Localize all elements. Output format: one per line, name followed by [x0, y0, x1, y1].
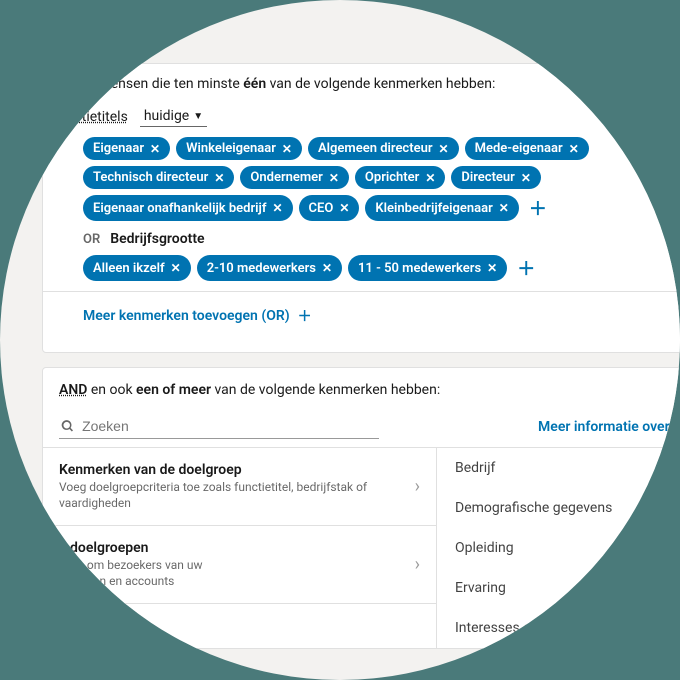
- add-more-or-button[interactable]: Meer kenmerken toevoegen (OR) ＋: [59, 292, 680, 340]
- pill-label: Eigenaar: [93, 141, 144, 156]
- add-pill-button[interactable]: ＋: [513, 255, 539, 281]
- job-titles-label: unctietitels: [59, 109, 128, 125]
- filter-pill[interactable]: Ondernemer ✕: [240, 166, 349, 189]
- recency-dropdown[interactable]: huidige ▼: [140, 106, 207, 127]
- close-icon[interactable]: ✕: [214, 171, 224, 185]
- option-audiences[interactable]: e doelgroepen vens om bezoekers van uwon…: [43, 526, 436, 604]
- category-menu: BedrijfDemografische gegevensOpleidingEr…: [437, 448, 680, 648]
- filter-pill[interactable]: Oprichter ✕: [355, 166, 445, 189]
- company-size-label: Bedrijfsgrootte: [110, 231, 204, 247]
- section-heading: roep?: [30, 20, 680, 55]
- close-icon[interactable]: ✕: [487, 261, 497, 275]
- pill-label: Algemeen directeur: [318, 141, 433, 156]
- filter-pill[interactable]: Mede-eigenaar ✕: [465, 137, 589, 160]
- close-icon[interactable]: ✕: [272, 201, 282, 215]
- close-icon[interactable]: ✕: [499, 201, 509, 215]
- company-size-pills: Alleen ikzelf✕2-10 medewerkers✕11 - 50 m…: [59, 255, 680, 281]
- or-badge: OR: [83, 232, 100, 247]
- close-icon[interactable]: ✕: [521, 171, 531, 185]
- plus-icon: ＋: [298, 306, 312, 326]
- menu-item[interactable]: Ervaring: [437, 568, 680, 608]
- menu-item[interactable]: Demografische gegevens: [437, 488, 680, 528]
- close-icon[interactable]: ✕: [329, 171, 339, 185]
- filter-pill[interactable]: Eigenaar ✕: [83, 137, 170, 160]
- filter-pill[interactable]: CEO ✕: [299, 195, 360, 221]
- and-line: AND en ook een of meer van de volgende k…: [43, 368, 680, 408]
- close-icon[interactable]: ✕: [439, 142, 449, 156]
- close-icon[interactable]: ✕: [322, 261, 332, 275]
- add-pill-button[interactable]: ＋: [525, 195, 551, 221]
- pill-label: Oprichter: [365, 170, 419, 185]
- filter-pill[interactable]: Algemeen directeur ✕: [308, 137, 459, 160]
- include-card: JSIEF mensen die ten minste één van de v…: [42, 63, 680, 353]
- include-line: JSIEF mensen die ten minste één van de v…: [59, 76, 680, 92]
- search-icon: [61, 419, 74, 433]
- pill-label: Alleen ikzelf: [93, 261, 165, 276]
- chevron-right-icon: ›: [415, 476, 420, 497]
- menu-item[interactable]: Opleiding: [437, 528, 680, 568]
- pill-label: Mede-eigenaar: [475, 141, 563, 156]
- option-title: Kenmerken van de doelgroep: [59, 462, 415, 478]
- filter-pill[interactable]: Winkeleigenaar ✕: [176, 137, 302, 160]
- option-target-attributes[interactable]: Kenmerken van de doelgroep Voeg doelgroe…: [43, 448, 436, 526]
- option-title: e doelgroepen: [59, 540, 202, 556]
- filter-pill[interactable]: 11 - 50 medewerkers ✕: [348, 255, 507, 281]
- filter-pill[interactable]: Kleinbedrijfeigenaar ✕: [365, 195, 518, 221]
- pill-label: Kleinbedrijfeigenaar: [375, 201, 492, 216]
- menu-item[interactable]: Interesses en: [437, 608, 680, 648]
- close-icon[interactable]: ✕: [171, 261, 181, 275]
- pill-label: Winkeleigenaar: [186, 141, 276, 156]
- chevron-right-icon: ›: [415, 554, 420, 575]
- and-card: AND en ook een of meer van de volgende k…: [42, 367, 680, 649]
- filter-pill[interactable]: Alleen ikzelf ✕: [83, 255, 191, 281]
- close-icon[interactable]: ✕: [339, 201, 349, 215]
- close-icon[interactable]: ✕: [150, 142, 160, 156]
- search-box[interactable]: [59, 414, 379, 439]
- option-desc: vens om bezoekers van uwontacten en acco…: [59, 558, 202, 589]
- option-desc: Voeg doelgroepcriteria toe zoals functie…: [59, 480, 415, 511]
- filter-pill[interactable]: Eigenaar onafhankelijk bedrijf ✕: [83, 195, 293, 221]
- pill-label: Ondernemer: [250, 170, 322, 185]
- menu-item[interactable]: Bedrijf: [437, 448, 680, 488]
- pill-label: Eigenaar onafhankelijk bedrijf: [93, 201, 266, 216]
- pill-label: CEO: [309, 201, 334, 216]
- filter-pill[interactable]: Technisch directeur ✕: [83, 166, 234, 189]
- close-icon[interactable]: ✕: [425, 171, 435, 185]
- pill-label: 2-10 medewerkers: [207, 261, 316, 276]
- pill-label: Technisch directeur: [93, 170, 208, 185]
- search-input[interactable]: [82, 418, 377, 434]
- close-icon[interactable]: ✕: [282, 142, 292, 156]
- job-title-pills: Eigenaar✕Winkeleigenaar✕Algemeen directe…: [59, 137, 680, 221]
- filter-pill[interactable]: Directeur ✕: [451, 166, 541, 189]
- pill-label: Directeur: [461, 170, 514, 185]
- filter-pill[interactable]: 2-10 medewerkers ✕: [197, 255, 342, 281]
- pill-label: 11 - 50 medewerkers: [358, 261, 481, 276]
- caret-down-icon: ▼: [193, 111, 203, 122]
- close-icon[interactable]: ✕: [569, 142, 579, 156]
- more-info-link[interactable]: Meer informatie over d: [538, 419, 680, 435]
